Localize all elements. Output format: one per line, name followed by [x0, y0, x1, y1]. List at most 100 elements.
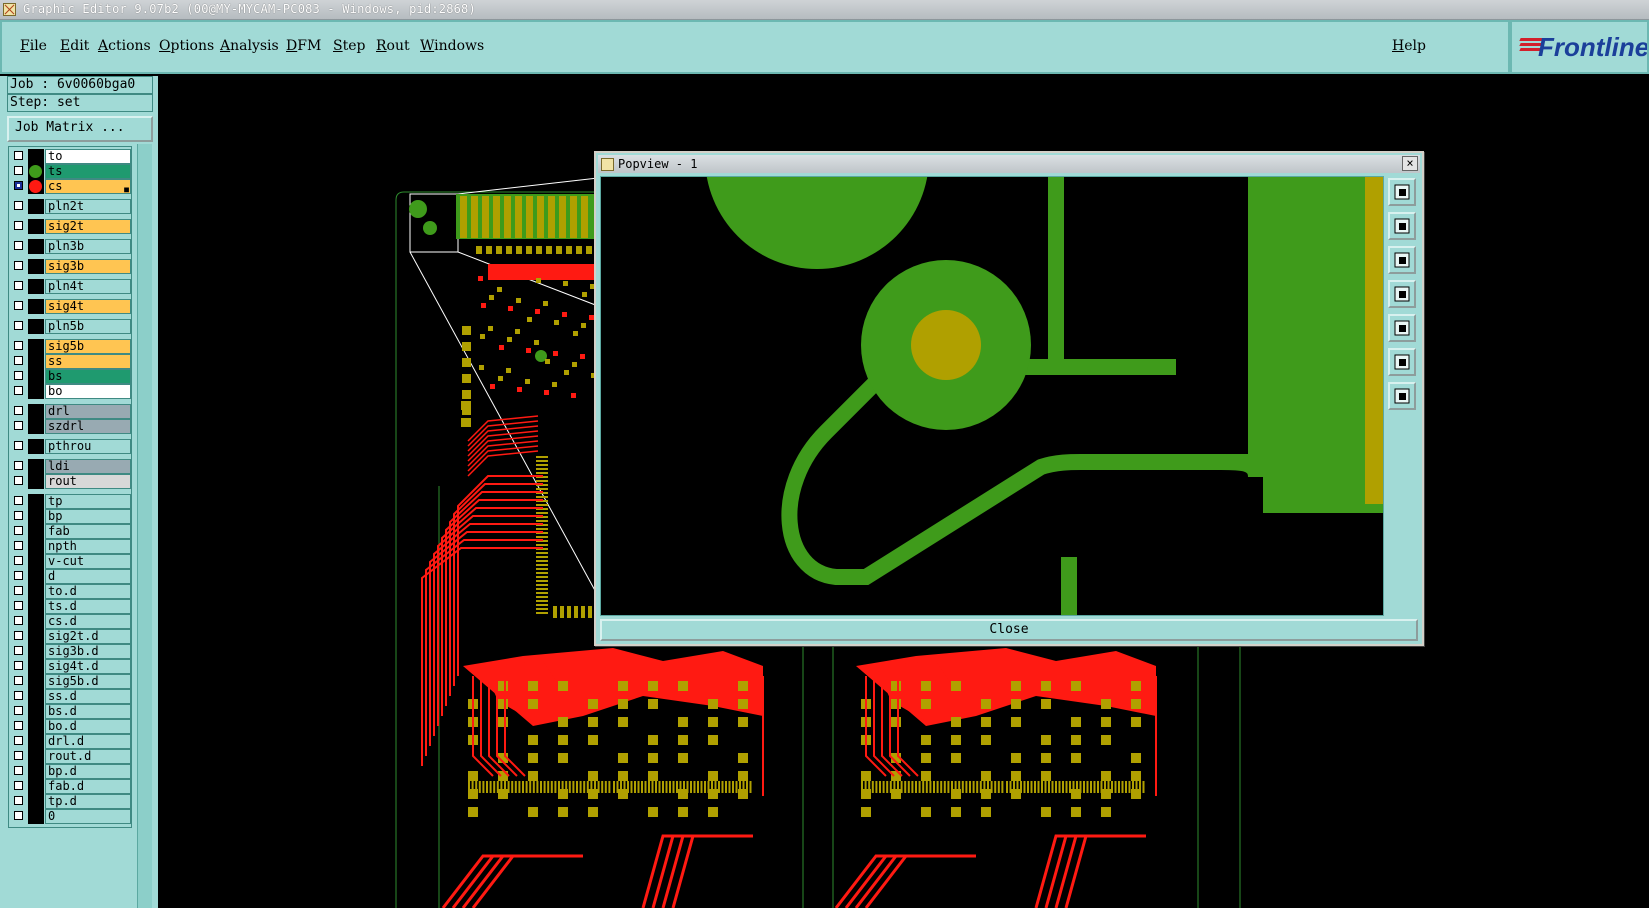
layer-color-swatch[interactable]: [28, 809, 44, 824]
layer-row-rout[interactable]: rout: [11, 474, 131, 489]
layer-row-cs[interactable]: cs ■: [11, 179, 131, 194]
layer-name[interactable]: sig4t.d: [45, 659, 131, 674]
menu-edit[interactable]: Edit: [60, 38, 89, 54]
layer-row-bs[interactable]: bs: [11, 369, 131, 384]
layer-color-swatch[interactable]: [28, 599, 44, 614]
layer-name[interactable]: sig3b.d: [45, 644, 131, 659]
layer-checkbox[interactable]: [14, 341, 23, 350]
layer-row-tp.d[interactable]: tp.d: [11, 794, 131, 809]
layer-color-swatch[interactable]: [28, 689, 44, 704]
layer-checkbox[interactable]: [14, 661, 23, 670]
menu-actions[interactable]: Actions: [98, 38, 151, 54]
layer-color-swatch[interactable]: [28, 299, 44, 314]
layer-row-ss[interactable]: ss: [11, 354, 131, 369]
layer-row-szdrl[interactable]: szdrl: [11, 419, 131, 434]
layer-checkbox[interactable]: [14, 151, 23, 160]
layer-name[interactable]: sig5b: [45, 339, 131, 354]
layer-color-swatch[interactable]: [28, 794, 44, 809]
pan-right-icon[interactable]: [1388, 314, 1416, 342]
layer-row-0[interactable]: 0: [11, 809, 131, 824]
layer-row-fab.d[interactable]: fab.d: [11, 779, 131, 794]
layer-row-bo[interactable]: bo: [11, 384, 131, 399]
layer-row-fab[interactable]: fab: [11, 524, 131, 539]
layer-name[interactable]: fab.d: [45, 779, 131, 794]
layer-row-rout.d[interactable]: rout.d: [11, 749, 131, 764]
pan-up-icon[interactable]: [1388, 212, 1416, 240]
layer-name[interactable]: bo: [45, 384, 131, 399]
layer-name[interactable]: sig3b: [45, 259, 131, 274]
layer-row-to.d[interactable]: to.d: [11, 584, 131, 599]
layer-checkbox[interactable]: [14, 586, 23, 595]
layer-name[interactable]: pln5b: [45, 319, 131, 334]
layer-row-bs.d[interactable]: bs.d: [11, 704, 131, 719]
layer-name[interactable]: bs: [45, 369, 131, 384]
layer-checkbox[interactable]: [14, 691, 23, 700]
layer-color-swatch[interactable]: [28, 734, 44, 749]
layer-color-swatch[interactable]: [28, 459, 44, 474]
layer-name[interactable]: v-cut: [45, 554, 131, 569]
layer-color-swatch[interactable]: [28, 439, 44, 454]
layer-checkbox[interactable]: [14, 631, 23, 640]
layer-row-cs.d[interactable]: cs.d: [11, 614, 131, 629]
layer-row-d[interactable]: d: [11, 569, 131, 584]
layer-checkbox[interactable]: [14, 166, 23, 175]
menu-help[interactable]: Help: [1392, 38, 1426, 54]
layer-checkbox[interactable]: [14, 321, 23, 330]
layer-checkbox[interactable]: [14, 406, 23, 415]
menu-dfm[interactable]: DFM: [286, 38, 321, 54]
layer-name[interactable]: ts.d: [45, 599, 131, 614]
layer-list-scrollbar[interactable]: [137, 144, 152, 908]
layer-name[interactable]: npth: [45, 539, 131, 554]
layer-color-swatch[interactable]: [28, 614, 44, 629]
layer-checkbox[interactable]: [14, 556, 23, 565]
menu-step[interactable]: Step: [333, 38, 365, 54]
zoom-out-icon[interactable]: [1388, 382, 1416, 410]
layer-color-swatch[interactable]: [28, 239, 44, 254]
layer-row-sig2t[interactable]: sig2t: [11, 219, 131, 234]
layer-row-sig4t[interactable]: sig4t: [11, 299, 131, 314]
layer-name[interactable]: 0: [45, 809, 131, 824]
layer-checkbox[interactable]: [14, 461, 23, 470]
layer-row-ts.d[interactable]: ts.d: [11, 599, 131, 614]
layer-name[interactable]: rout.d: [45, 749, 131, 764]
layer-row-sig4t.d[interactable]: sig4t.d: [11, 659, 131, 674]
layer-name[interactable]: to: [45, 149, 131, 164]
layer-row-pln4t[interactable]: pln4t: [11, 279, 131, 294]
layer-color-swatch[interactable]: [28, 219, 44, 234]
layer-row-v-cut[interactable]: v-cut: [11, 554, 131, 569]
layer-name[interactable]: rout: [45, 474, 131, 489]
layer-color-swatch[interactable]: [28, 319, 44, 334]
layer-row-bp[interactable]: bp: [11, 509, 131, 524]
layer-name[interactable]: pln2t: [45, 199, 131, 214]
menu-file[interactable]: File: [20, 38, 47, 54]
pan-left-icon[interactable]: [1388, 280, 1416, 308]
layer-checkbox[interactable]: [14, 386, 23, 395]
layer-color-swatch[interactable]: [28, 629, 44, 644]
layer-color-swatch[interactable]: [28, 354, 44, 369]
layer-name[interactable]: d: [45, 569, 131, 584]
layer-checkbox[interactable]: [14, 371, 23, 380]
layer-color-swatch[interactable]: [28, 339, 44, 354]
layer-name[interactable]: pln3b: [45, 239, 131, 254]
layer-color-swatch[interactable]: [28, 749, 44, 764]
layer-name[interactable]: sig2t.d: [45, 629, 131, 644]
layer-name[interactable]: bp: [45, 509, 131, 524]
layer-color-swatch[interactable]: [28, 474, 44, 489]
layer-name[interactable]: tp: [45, 494, 131, 509]
layer-checkbox[interactable]: [14, 616, 23, 625]
layer-row-pln5b[interactable]: pln5b: [11, 319, 131, 334]
layer-row-to[interactable]: to: [11, 149, 131, 164]
layer-checkbox[interactable]: [14, 706, 23, 715]
layer-name[interactable]: cs.d: [45, 614, 131, 629]
layer-color-swatch[interactable]: [28, 554, 44, 569]
layer-color-swatch[interactable]: [28, 539, 44, 554]
layer-name[interactable]: bs.d: [45, 704, 131, 719]
layer-name[interactable]: sig4t: [45, 299, 131, 314]
layer-checkbox[interactable]: [14, 261, 23, 270]
layer-color-swatch[interactable]: [28, 149, 44, 164]
layer-checkbox[interactable]: [14, 281, 23, 290]
layer-checkbox[interactable]: [14, 221, 23, 230]
layer-color-swatch[interactable]: [28, 719, 44, 734]
layer-name[interactable]: cs ■: [45, 179, 131, 194]
layer-color-swatch[interactable]: [28, 199, 44, 214]
